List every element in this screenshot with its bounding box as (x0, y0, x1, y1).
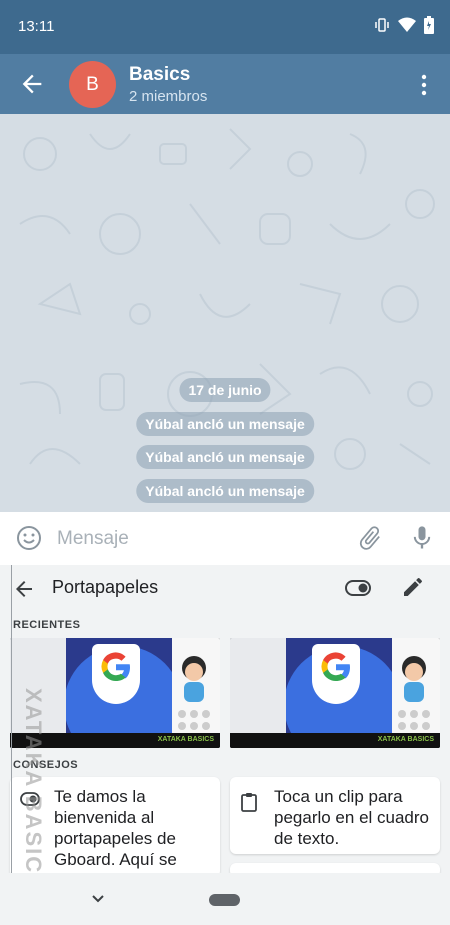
service-message[interactable]: Yúbal ancló un mensaje (136, 479, 314, 503)
clipboard-image-clip[interactable]: XATAKA BASICS (230, 638, 440, 748)
tip-card-paste[interactable]: Toca un clip para pegarlo en el cuadro d… (230, 777, 440, 854)
tip-text: Te damos la bienvenida al portapapeles d… (54, 787, 177, 869)
chevron-down-icon[interactable] (89, 889, 107, 907)
clipboard-header: Portapapeles (0, 565, 450, 613)
google-g-logo (92, 644, 140, 704)
chat-title[interactable]: Basics (129, 64, 190, 86)
chat-area[interactable]: 17 de junio Yúbal ancló un mensaje Yúbal… (0, 114, 450, 512)
date-separator: 17 de junio (179, 378, 271, 402)
mic-icon[interactable] (408, 524, 436, 552)
thumbnail-brand: XATAKA BASICS (377, 736, 434, 743)
message-composer: Mensaje (0, 512, 450, 565)
back-arrow-icon[interactable] (18, 70, 46, 98)
decorative-line (11, 565, 12, 907)
clipboard-toggle-icon[interactable] (345, 580, 371, 596)
tip-text: Toca un clip para pegarlo en el cuadro d… (274, 787, 430, 848)
clipboard-icon (241, 793, 257, 812)
thumbnail-brand: XATAKA BASICS (157, 736, 214, 743)
system-nav-bar (0, 873, 450, 925)
battery-icon (424, 16, 434, 34)
status-time: 13:11 (18, 18, 55, 35)
chat-header: B Basics 2 miembros (0, 54, 450, 114)
gboard-clipboard-panel: Portapapeles RECIENTES XATAKA BASICS XAT… (0, 565, 450, 925)
service-message[interactable]: Yúbal ancló un mensaje (136, 412, 314, 436)
emoji-icon[interactable] (16, 525, 42, 551)
watermark: XATAKA BASICS (21, 688, 46, 891)
service-message[interactable]: Yúbal ancló un mensaje (136, 445, 314, 469)
chat-subtitle: 2 miembros (129, 88, 208, 105)
status-bar: 13:11 (0, 0, 450, 54)
group-avatar[interactable]: B (69, 61, 116, 108)
wifi-icon (398, 17, 416, 32)
avatar-letter: B (86, 73, 99, 95)
message-input[interactable]: Mensaje (57, 528, 129, 550)
more-options-icon[interactable] (414, 73, 434, 97)
recent-section-label: RECIENTES (13, 619, 81, 631)
home-pill[interactable] (209, 894, 240, 906)
back-arrow-icon[interactable] (12, 577, 36, 601)
clipboard-title: Portapapeles (52, 577, 159, 597)
edit-pencil-icon[interactable] (401, 575, 425, 599)
google-g-logo (312, 644, 360, 704)
vibrate-icon (375, 18, 389, 32)
attach-icon[interactable] (356, 524, 384, 552)
